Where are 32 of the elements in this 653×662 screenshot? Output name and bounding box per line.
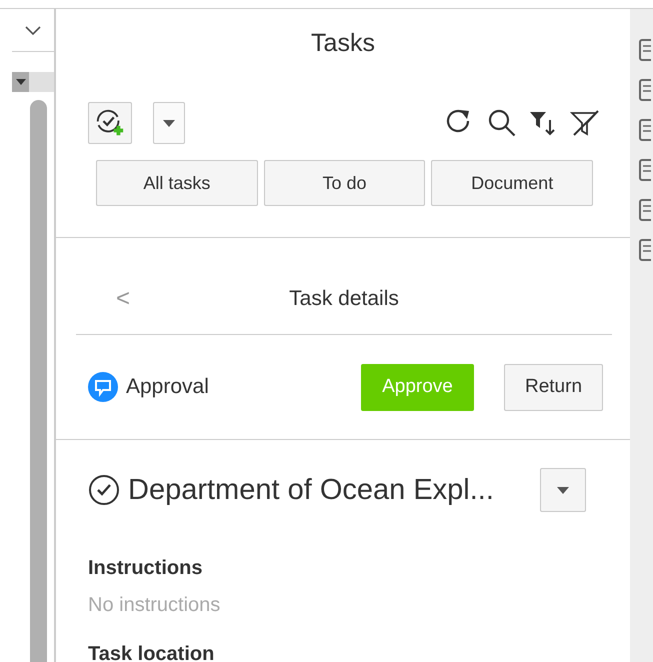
section-heading: Task location	[88, 643, 216, 662]
caret-icon	[163, 120, 175, 126]
document-icon[interactable]	[638, 39, 650, 61]
dropdown-button[interactable]	[540, 468, 586, 512]
details-title: Task details	[289, 287, 399, 310]
chat-icon	[88, 372, 118, 402]
dropdown-button[interactable]	[153, 102, 185, 144]
caret-icon	[557, 486, 569, 494]
check-circle-icon	[88, 474, 120, 506]
task-title: Department of Ocean Expl...	[128, 474, 494, 506]
chevron-down-icon[interactable]	[25, 26, 41, 34]
search-icon[interactable]	[488, 109, 516, 137]
filter-tab[interactable]: To do	[264, 160, 426, 206]
filter-tab[interactable]: All tasks	[96, 160, 258, 206]
scrollbar-thumb[interactable]	[30, 100, 47, 662]
caret-icon	[16, 79, 26, 85]
panel-title: Tasks	[310, 28, 376, 59]
document-icon[interactable]	[638, 79, 650, 101]
document-icon[interactable]	[638, 199, 650, 221]
new-task-button[interactable]	[88, 102, 132, 144]
list-header	[29, 72, 54, 92]
document-icon[interactable]	[638, 119, 650, 141]
document-icon[interactable]	[638, 159, 650, 181]
clear-filter-icon[interactable]	[570, 109, 600, 137]
section-heading: Instructions	[88, 557, 204, 580]
filter-tab[interactable]: Document	[431, 160, 594, 206]
document-icon[interactable]	[638, 239, 650, 261]
return-button[interactable]: Return	[504, 364, 603, 410]
approval-label: Approval	[126, 375, 209, 399]
section-value: No instructions	[88, 594, 222, 617]
dropdown[interactable]	[12, 72, 29, 92]
filter-sort-icon[interactable]	[530, 110, 556, 136]
